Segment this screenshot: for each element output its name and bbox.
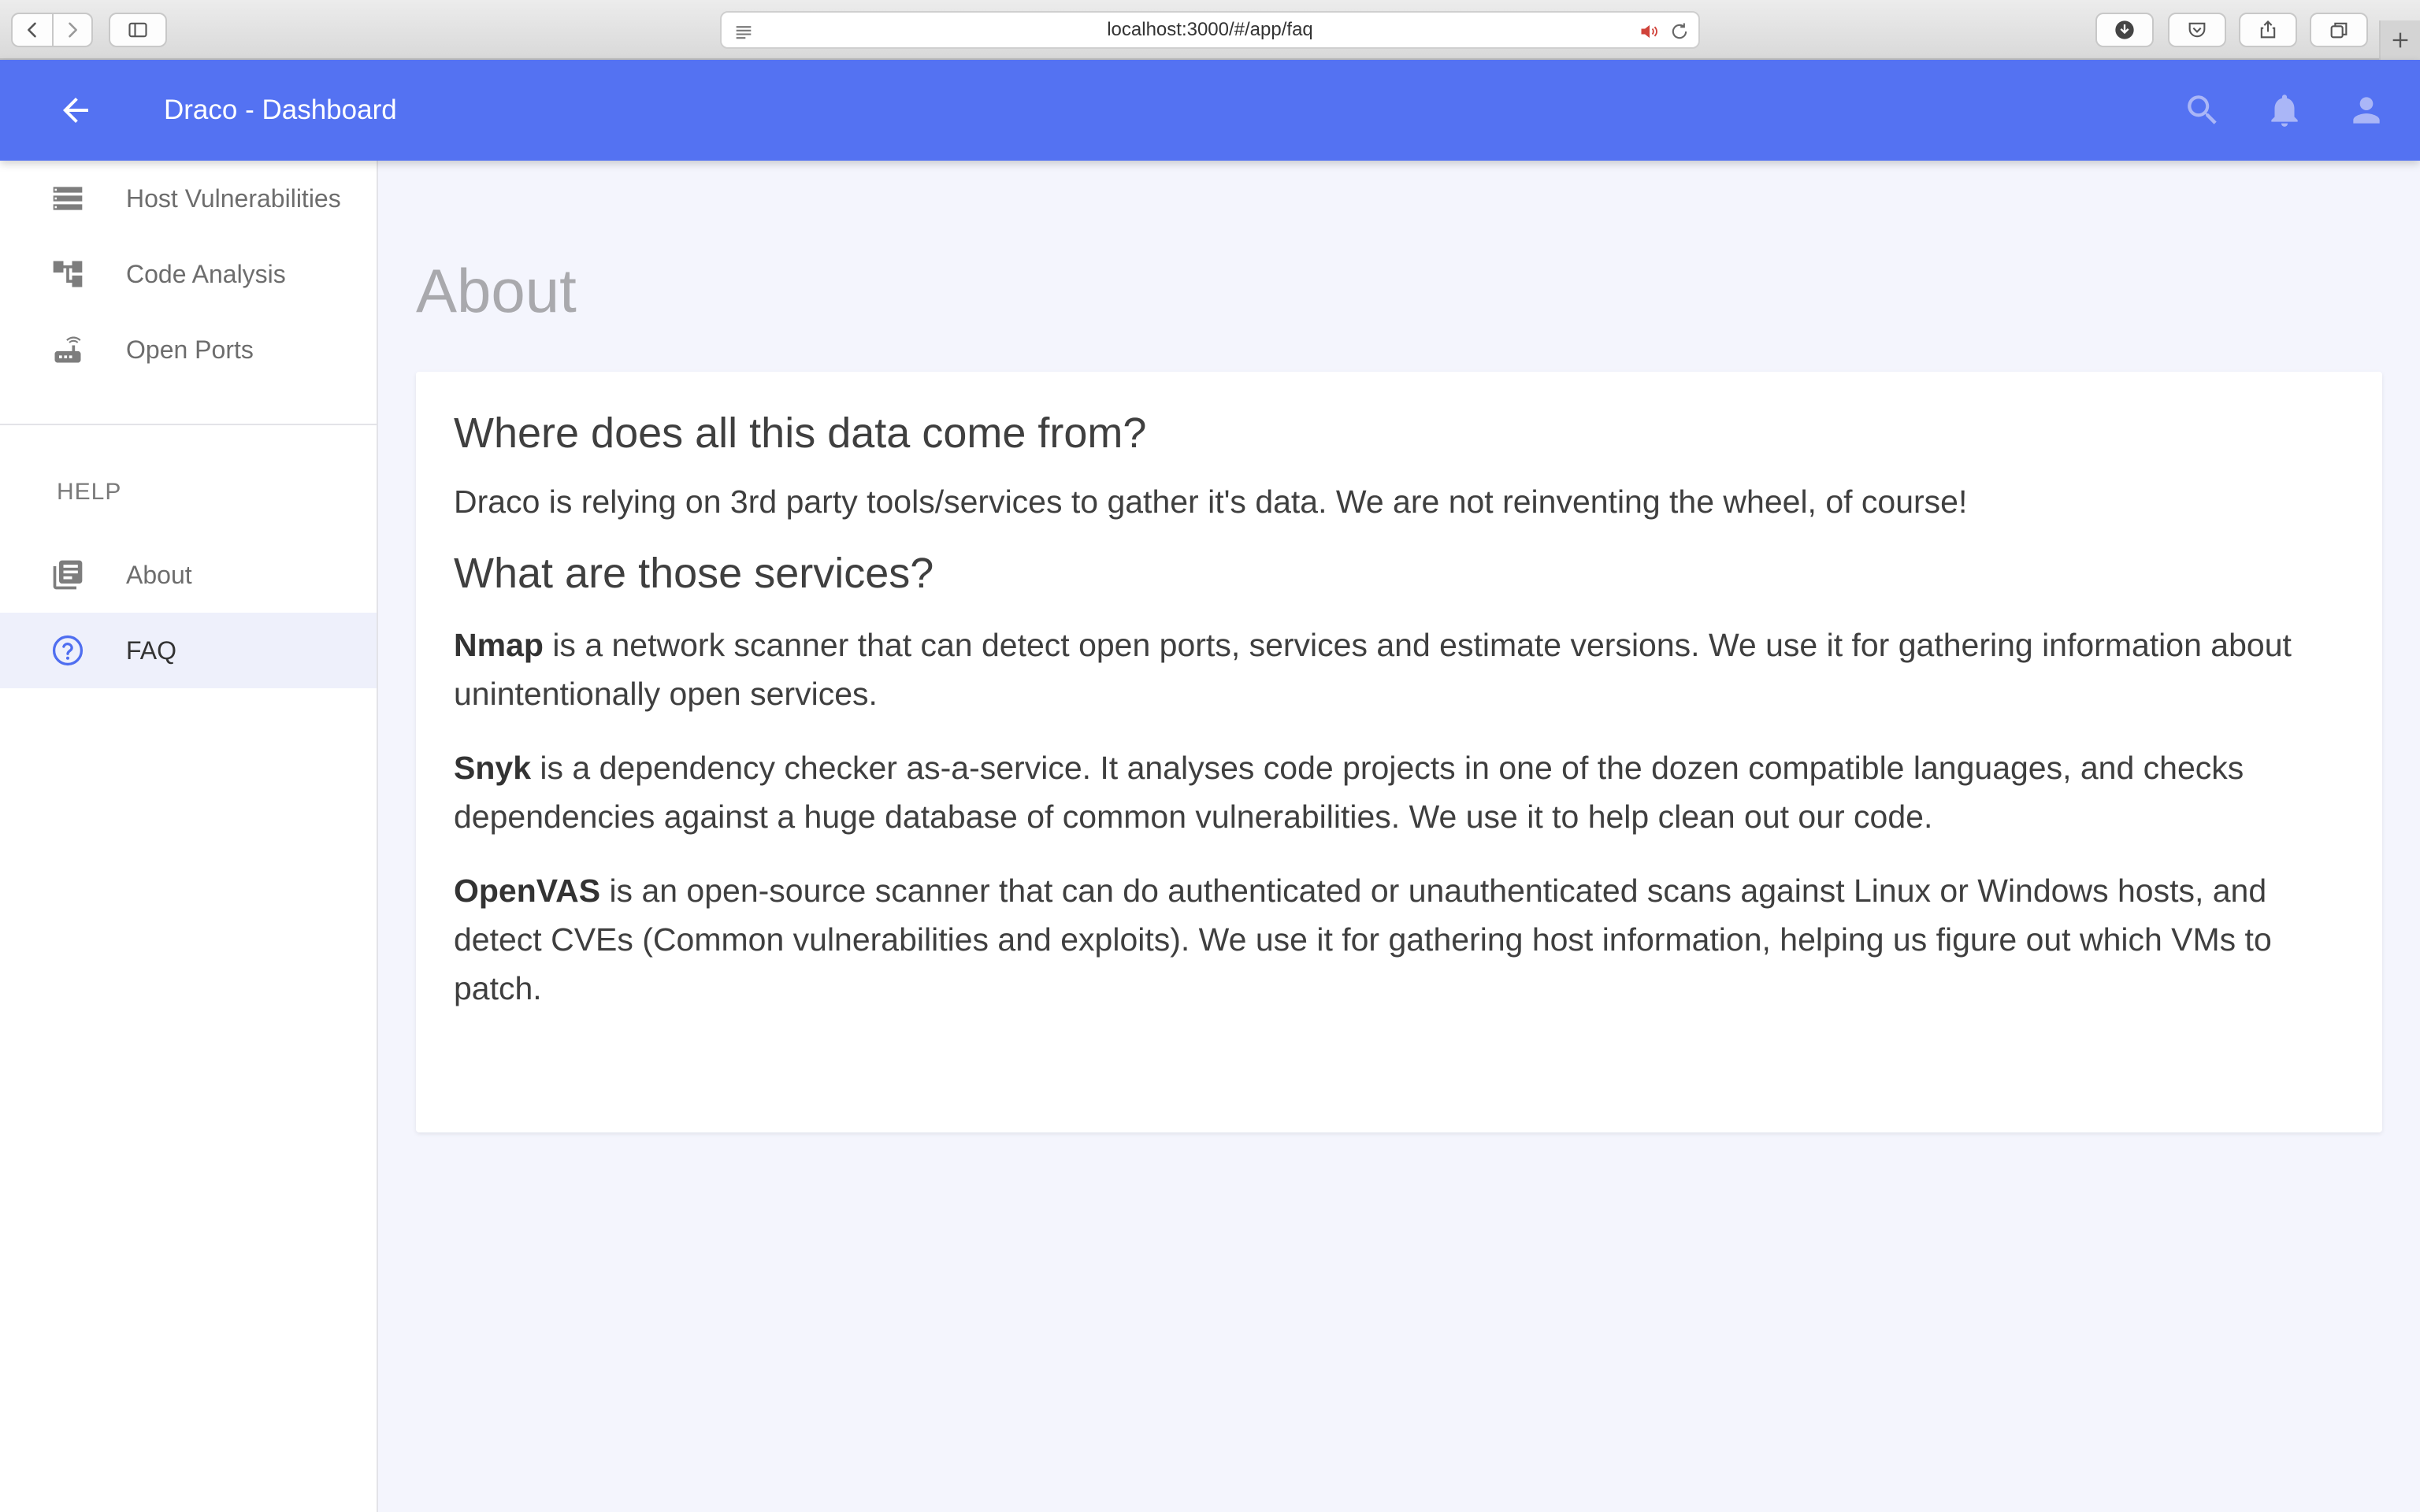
sidebar-item-about[interactable]: About [0, 537, 377, 613]
browser-back-button[interactable] [13, 14, 52, 46]
service-name: Snyk [454, 750, 531, 786]
sidebar-item-faq[interactable]: FAQ [0, 613, 377, 688]
sidebar-item-label: Open Ports [126, 335, 254, 364]
address-bar[interactable]: localhost:3000/#/app/faq [720, 11, 1700, 49]
service-text: is a dependency checker as-a-service. It… [454, 750, 2244, 835]
faq-heading-services: What are those services? [454, 550, 934, 597]
tabs-icon [2330, 22, 2348, 39]
sidebar-toggle-button[interactable] [109, 13, 167, 47]
notifications-button[interactable] [2262, 88, 2307, 132]
app-bar: Draco - Dashboard [0, 60, 2420, 161]
library-books-icon [50, 558, 85, 592]
search-button[interactable] [2181, 88, 2225, 132]
url-text: localhost:3000/#/app/faq [1107, 19, 1313, 40]
account-button[interactable] [2344, 88, 2388, 132]
downloads-button[interactable] [2095, 13, 2154, 47]
speaker-icon[interactable] [1639, 20, 1661, 43]
sidebar-icon [128, 22, 147, 38]
new-tab-button[interactable] [2379, 20, 2420, 60]
service-name: Nmap [454, 627, 544, 663]
service-text: is a network scanner that can detect ope… [454, 627, 2292, 712]
service-description-nmap: Nmap is a network scanner that can detec… [454, 621, 2344, 718]
sidebar-item-label: Code Analysis [126, 259, 286, 288]
faq-card: Where does all this data come from? Drac… [416, 372, 2382, 1132]
chevron-right-icon [69, 22, 77, 38]
sidebar-item-label: Host Vulnerabilities [126, 183, 341, 213]
download-icon [2115, 20, 2134, 39]
chevron-left-icon [28, 22, 36, 38]
share-button[interactable] [2239, 13, 2297, 47]
sidebar-item-host-vulnerabilities[interactable]: Host Vulnerabilities [0, 161, 377, 236]
tabs-overview-button[interactable] [2310, 13, 2368, 47]
reader-icon[interactable] [733, 20, 755, 43]
router-icon [50, 332, 85, 367]
browser-nav-buttons [11, 13, 93, 47]
bell-icon [2271, 94, 2298, 127]
person-icon [2353, 97, 2380, 124]
pocket-button[interactable] [2168, 13, 2226, 47]
faq-paragraph-intro: Draco is relying on 3rd party tools/serv… [454, 484, 1968, 520]
tree-icon [50, 257, 85, 291]
browser-forward-button[interactable] [52, 14, 91, 46]
shield-icon [2188, 22, 2206, 38]
sidebar-section-help: HELP [57, 479, 122, 505]
back-button[interactable] [54, 88, 98, 132]
plus-icon [2392, 32, 2408, 48]
page-title: About [416, 256, 577, 325]
service-description-snyk: Snyk is a dependency checker as-a-servic… [454, 743, 2344, 841]
sidebar-item-label: FAQ [126, 636, 177, 665]
sidebar-item-label: About [126, 560, 192, 589]
service-name: OpenVAS [454, 873, 601, 909]
browser-toolbar: localhost:3000/#/app/faq [0, 0, 2420, 60]
sidebar-item-code-analysis[interactable]: Code Analysis [0, 236, 377, 312]
sidebar-item-open-ports[interactable]: Open Ports [0, 312, 377, 387]
reload-icon[interactable] [1668, 20, 1691, 43]
help-circle-icon [50, 633, 85, 668]
service-description-openvas: OpenVAS is an open-source scanner that c… [454, 866, 2344, 1013]
app-title: Draco - Dashboard [164, 94, 397, 125]
service-text: is an open-source scanner that can do au… [454, 873, 2272, 1006]
list-icon [50, 181, 85, 216]
faq-heading-data-source: Where does all this data come from? [454, 410, 1147, 457]
arrow-left-icon [63, 98, 88, 123]
sidebar-divider [0, 424, 377, 425]
share-icon [2260, 20, 2276, 39]
search-icon [2188, 95, 2217, 124]
sidebar: Host Vulnerabilities Code Analysis Open … [0, 161, 378, 1512]
